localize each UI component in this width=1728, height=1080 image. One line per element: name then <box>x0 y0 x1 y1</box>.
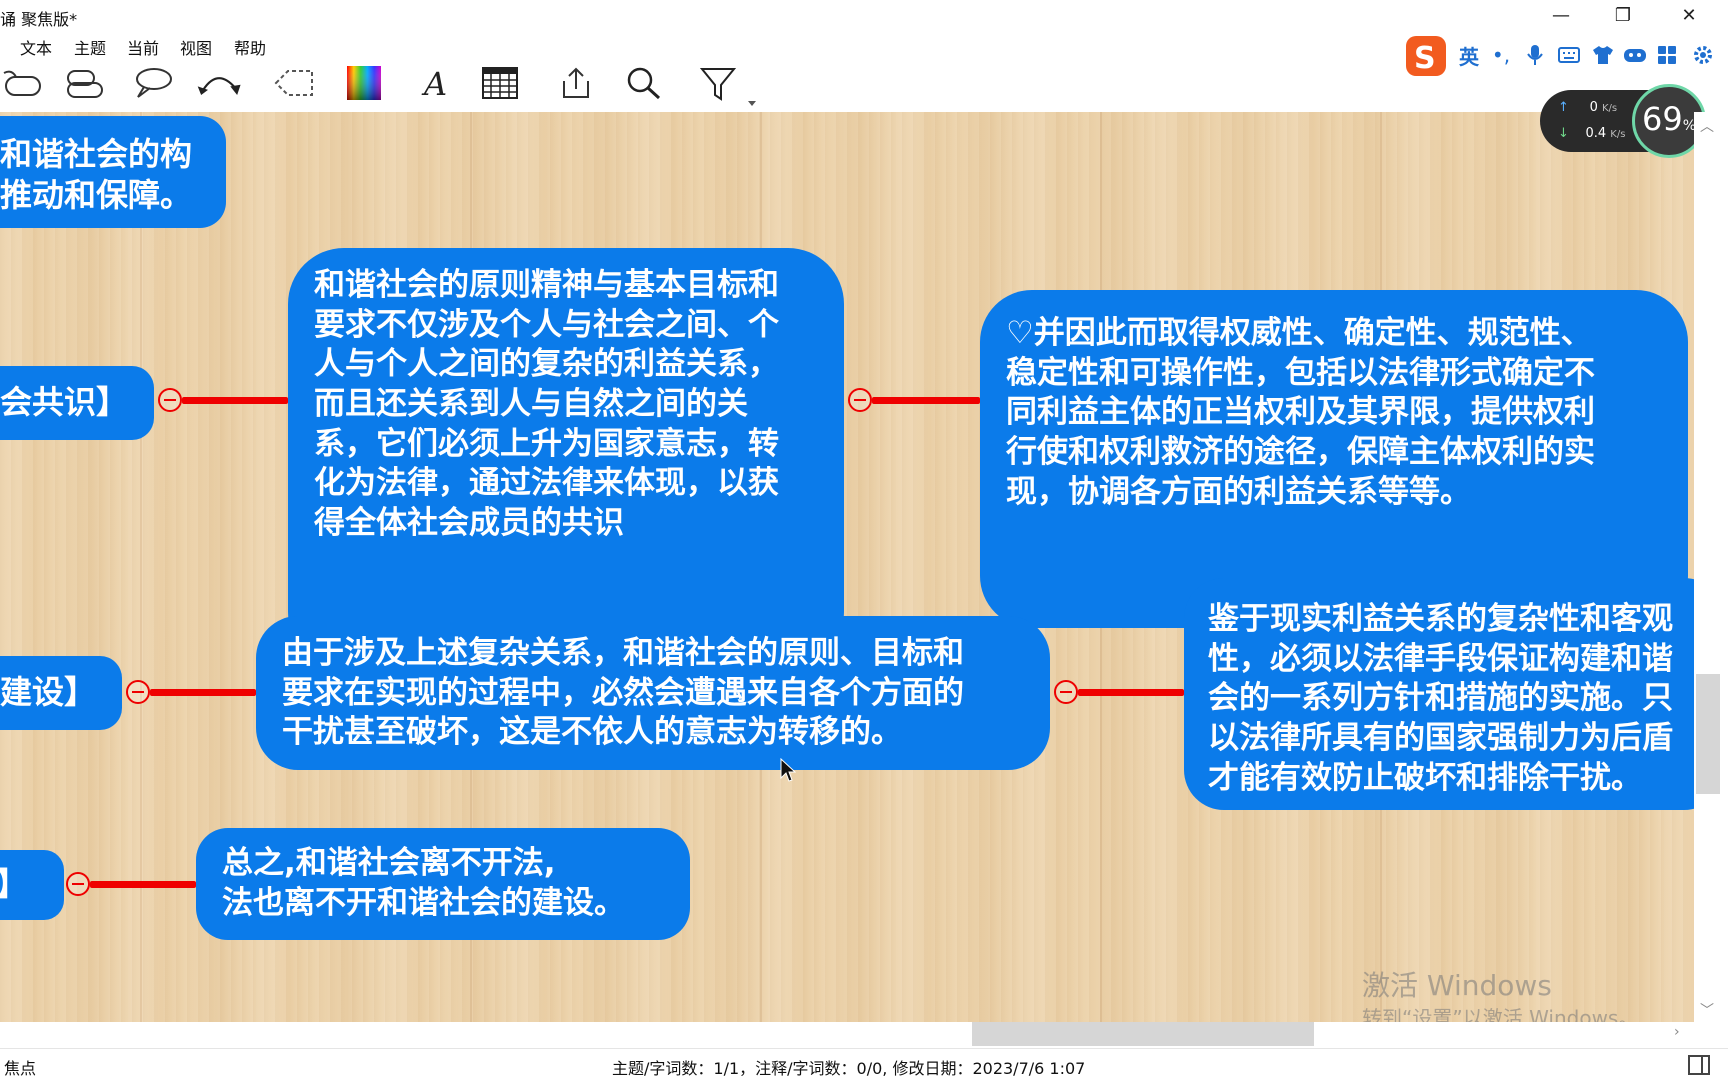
keyboard-icon[interactable] <box>1556 42 1582 68</box>
connector-line <box>1078 689 1184 696</box>
side-panel-toggle-icon[interactable] <box>1688 1055 1710 1075</box>
collapse-toggle[interactable] <box>126 680 150 704</box>
download-speed: 0.4 <box>1585 126 1607 141</box>
mouse-cursor-icon <box>780 758 796 782</box>
topic-node[interactable]: 由于涉及上述复杂关系，和谐社会的原则、目标和 要求在实现的过程中，必然会遭遇来自… <box>256 616 1050 770</box>
upload-arrow-icon: ↑ <box>1558 100 1569 115</box>
color-palette-icon[interactable] <box>340 60 388 106</box>
topic-text: 总之,和谐社会离不开法, 法也离不开和谐社会的建设。 <box>222 845 625 921</box>
topic-text: 鉴于现实利益关系的复杂性和客观 性，必须以法律手段保证构建和谐 会的一系列方针和… <box>1208 601 1673 796</box>
status-bar: 焦点 主题/字词数：1/1，注释/字词数：0/0, 修改日期：2023/7/6 … <box>0 1048 1728 1080</box>
upload-speed: 0 <box>1589 100 1598 115</box>
settings-icon[interactable] <box>1690 42 1716 68</box>
search-icon[interactable] <box>620 60 668 106</box>
scroll-up-icon[interactable]: ︿ <box>1700 116 1714 136</box>
scroll-down-icon[interactable]: ﹀ <box>1700 1000 1714 1020</box>
topic-text: ♡并因此而取得权威性、确定性、规范性、 稳定性和可操作性，包括以法律形式确定不 … <box>1006 315 1595 510</box>
activation-watermark-subtitle: 转到“设置”以激活 Windows。 <box>1362 1006 1639 1022</box>
cloud-shape-icon[interactable] <box>60 60 108 106</box>
connector-line <box>150 689 256 696</box>
close-icon: ✕ <box>1681 4 1697 26</box>
sogou-logo-icon[interactable]: S <box>1404 34 1446 76</box>
callout-shape-icon[interactable] <box>0 60 48 106</box>
status-info: 主题/字词数：1/1，注释/字词数：0/0, 修改日期：2023/7/6 1:0… <box>612 1059 1086 1078</box>
apps-grid-icon[interactable] <box>1654 42 1680 68</box>
vertical-scrollbar[interactable]: ︿ ﹀ <box>1694 112 1728 1022</box>
scroll-right-icon[interactable]: › <box>1674 1024 1680 1040</box>
topic-node[interactable]: 总之,和谐社会离不开法, 法也离不开和谐社会的建设。 <box>196 828 690 940</box>
connector-line <box>872 397 980 404</box>
topic-node[interactable]: 鉴于现实利益关系的复杂性和客观 性，必须以法律手段保证构建和谐 会的一系列方针和… <box>1184 578 1694 810</box>
topic-node[interactable]: 和谐社会的构 推动和保障。 <box>0 116 226 228</box>
gamepad-icon[interactable] <box>1622 42 1648 68</box>
window-title: 诵 聚焦版* <box>0 10 78 29</box>
download-unit: K/s <box>1610 129 1626 140</box>
topic-text: 和谐社会的构 推动和保障。 <box>0 135 193 214</box>
topic-text: 由于涉及上述复杂关系，和谐社会的原则、目标和 要求在实现的过程中，必然会遭遇来自… <box>282 635 964 751</box>
topic-text: 会共识】 <box>0 383 129 421</box>
relationship-arrow-icon[interactable] <box>196 60 244 106</box>
vertical-scroll-thumb[interactable] <box>1696 674 1720 794</box>
boundary-icon[interactable] <box>270 60 318 106</box>
activation-watermark-title: 激活 Windows <box>1362 969 1552 1002</box>
title-bar: 诵 聚焦版* — ❐ ✕ <box>0 0 1728 32</box>
restore-icon: ❐ <box>1614 4 1632 26</box>
font-icon[interactable]: A <box>410 60 458 106</box>
topic-text: 】 <box>0 864 64 905</box>
export-icon[interactable] <box>552 60 600 106</box>
mindmap-canvas[interactable]: 和谐社会的构 推动和保障。 会共识】 和谐社会的原则精神与基本目标和 要求不仅涉… <box>0 112 1694 1022</box>
topic-node[interactable]: 会共识】 <box>0 366 154 440</box>
svg-text:S: S <box>1414 41 1436 76</box>
minimize-icon: — <box>1552 4 1570 26</box>
horizontal-scrollbar[interactable]: › <box>0 1022 1694 1048</box>
filter-icon[interactable] <box>694 60 742 106</box>
topic-text: 建设】 <box>0 673 97 711</box>
ime-language-toggle[interactable]: 英 <box>1456 42 1482 69</box>
topic-node[interactable]: 和谐社会的原则精神与基本目标和 要求不仅涉及个人与社会之间、个 人与个人之间的复… <box>288 248 844 668</box>
collapse-toggle[interactable] <box>848 388 872 412</box>
status-mode: 焦点 <box>4 1059 37 1078</box>
collapse-toggle[interactable] <box>66 872 90 896</box>
svg-text:A: A <box>421 65 447 101</box>
collapse-toggle[interactable] <box>1054 680 1078 704</box>
memory-percent: 69 <box>1641 100 1683 138</box>
ime-punctuation-toggle[interactable]: •, <box>1488 42 1514 68</box>
ime-toolbar: S 英 •, <box>1404 34 1728 80</box>
microphone-icon[interactable] <box>1522 42 1548 68</box>
topic-node[interactable]: 建设】 <box>0 656 122 730</box>
speech-bubble-icon[interactable] <box>128 60 176 106</box>
connector-line <box>182 397 288 404</box>
table-icon[interactable] <box>476 60 524 106</box>
connector-line <box>90 881 196 888</box>
network-speed-widget[interactable]: ↑ 0 K/s ↓ 0.4 K/s 69% <box>1540 84 1706 158</box>
upload-unit: K/s <box>1602 103 1618 114</box>
topic-node[interactable]: 】 <box>0 850 64 920</box>
restore-button[interactable]: ❐ <box>1592 0 1654 30</box>
topic-text: 和谐社会的原则精神与基本目标和 要求不仅涉及个人与社会之间、个 人与个人之间的复… <box>314 267 779 542</box>
horizontal-scroll-thumb[interactable] <box>972 1022 1314 1046</box>
minimize-button[interactable]: — <box>1530 0 1592 30</box>
skin-icon[interactable] <box>1590 42 1616 68</box>
download-arrow-icon: ↓ <box>1558 126 1569 141</box>
close-button[interactable]: ✕ <box>1658 0 1720 30</box>
collapse-toggle[interactable] <box>158 388 182 412</box>
